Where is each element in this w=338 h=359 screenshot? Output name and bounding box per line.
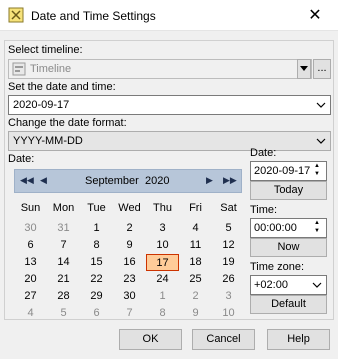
calendar-day[interactable]: 10 [146,237,179,254]
time-value: 00:00:00 [254,222,297,234]
calendar-day[interactable]: 1 [146,288,179,305]
date-format-value: YYYY-MM-DD [13,135,83,147]
calendar-day[interactable]: 25 [179,271,212,288]
calendar-day[interactable]: 7 [113,305,146,322]
calendar-day[interactable]: 9 [113,237,146,254]
calendar: ◀◀ ◀ September 2020 ▶ ▶▶ Sun Mon Tue Wed Thu… [9,165,245,319]
calendar-day[interactable]: 16 [113,254,146,271]
calendar-day[interactable]: 17 [146,254,179,271]
calendar-day[interactable]: 30 [14,220,47,237]
calendar-day[interactable]: 2 [113,220,146,237]
calendar-day[interactable]: 9 [179,305,212,322]
calendar-day[interactable]: 4 [14,305,47,322]
timeline-dropdown-button[interactable] [297,59,311,79]
calendar-day[interactable]: 23 [113,271,146,288]
help-button[interactable]: Help [267,329,330,350]
next-year-button[interactable]: ▶▶ [223,175,237,186]
window-title: Date and Time Settings [31,9,156,23]
calendar-day[interactable]: 4 [179,220,212,237]
title-bar: Date and Time Settings ✕ [0,0,338,31]
calendar-day[interactable]: 1 [80,220,113,237]
timezone-select[interactable]: +02:00 [250,275,327,295]
prev-year-button[interactable]: ◀◀ [20,175,34,186]
time-label: Time: [250,204,278,216]
spin-down-icon[interactable]: ▼ [314,171,323,177]
date-format-select[interactable]: YYYY-MM-DD [8,131,331,151]
calendar-day[interactable]: 3 [146,220,179,237]
date-time-value: 2020-09-17 [13,99,70,111]
calendar-day[interactable]: 18 [179,254,212,271]
timeline-more-button[interactable]: ... [313,59,331,79]
default-button[interactable]: Default [250,295,327,314]
calendar-label: Date: [8,153,35,165]
calendar-day[interactable]: 28 [47,288,80,305]
calendar-day[interactable]: 13 [14,254,47,271]
spin-up-icon[interactable]: ▲ [314,163,323,169]
calendar-day[interactable]: 29 [80,288,113,305]
chevron-down-icon [316,102,326,108]
side-date-label: Date: [250,147,277,159]
timeline-value: Timeline [30,63,72,75]
timezone-label: Time zone: [250,261,305,273]
chevron-down-icon [300,66,308,71]
spin-up-icon[interactable]: ▲ [314,220,323,226]
calendar-day[interactable]: 15 [80,254,113,271]
side-date-value: 2020-09-17 [254,165,311,177]
weekday-header: Mon [52,202,75,214]
calendar-day[interactable]: 6 [80,305,113,322]
calendar-day[interactable]: 26 [212,271,245,288]
weekday-header: Sat [220,202,237,214]
chevron-down-icon [316,138,326,144]
prev-month-button[interactable]: ◀ [40,175,47,186]
calendar-day[interactable]: 20 [14,271,47,288]
calendar-year: 2020 [145,175,170,187]
calendar-day[interactable]: 5 [47,305,80,322]
dialog-body: Select timeline: Timeline ... Set the da… [0,31,338,359]
app-icon [8,7,24,23]
calendar-day[interactable]: 12 [212,237,245,254]
today-button[interactable]: Today [250,181,327,200]
cancel-button[interactable]: Cancel [192,329,255,350]
date-time-label: Set the date and time: [8,81,116,93]
calendar-day[interactable]: 10 [212,305,245,322]
now-button[interactable]: Now [250,238,327,257]
timezone-value: +02:00 [254,279,288,291]
calendar-day[interactable]: 27 [14,288,47,305]
timeline-select[interactable]: Timeline [8,59,312,79]
calendar-day[interactable]: 24 [146,271,179,288]
ok-button[interactable]: OK [119,329,182,350]
weekday-header: Wed [118,202,141,214]
timeline-label: Select timeline: [8,44,83,56]
spin-down-icon[interactable]: ▼ [314,228,323,234]
calendar-day[interactable]: 14 [47,254,80,271]
calendar-day[interactable]: 22 [80,271,113,288]
calendar-month: September [85,175,139,187]
calendar-day[interactable]: 5 [212,220,245,237]
weekday-header: Tue [87,202,106,214]
weekday-header: Sun [20,202,41,214]
calendar-day[interactable]: 2 [179,288,212,305]
calendar-day[interactable]: 3 [212,288,245,305]
calendar-day[interactable]: 11 [179,237,212,254]
close-button[interactable]: ✕ [292,0,338,31]
calendar-day[interactable]: 31 [47,220,80,237]
calendar-header: ◀◀ ◀ September 2020 ▶ ▶▶ [14,169,242,193]
calendar-day[interactable]: 8 [146,305,179,322]
timeline-icon [12,62,26,76]
calendar-day[interactable]: 19 [212,254,245,271]
next-month-button[interactable]: ▶ [206,175,213,186]
weekday-header: Fri [189,202,202,214]
format-label: Change the date format: [8,117,127,129]
calendar-day[interactable]: 21 [47,271,80,288]
calendar-day[interactable]: 30 [113,288,146,305]
time-input[interactable]: 00:00:00 ▲ ▼ [250,218,327,238]
chevron-down-icon [312,282,322,288]
calendar-day[interactable]: 6 [14,237,47,254]
calendar-day[interactable]: 7 [47,237,80,254]
side-date-input[interactable]: 2020-09-17 ▲ ▼ [250,161,327,181]
weekday-header: Thu [153,202,172,214]
date-time-select[interactable]: 2020-09-17 [8,95,331,115]
calendar-day[interactable]: 8 [80,237,113,254]
